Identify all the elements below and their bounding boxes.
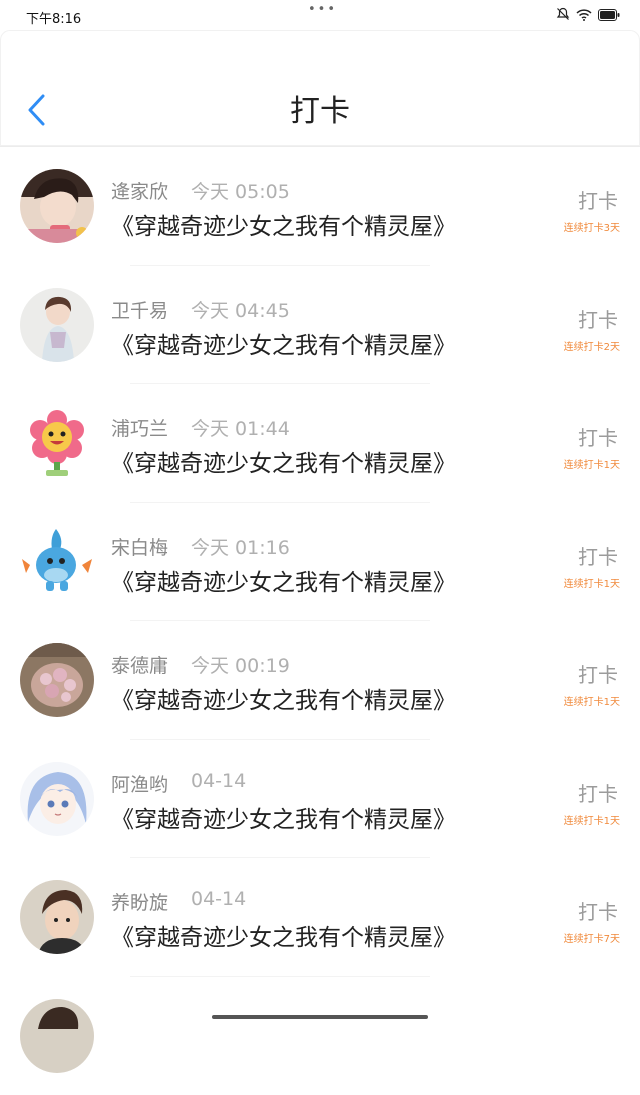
book-title: 《穿越奇迹少女之我有个精灵屋》	[111, 563, 456, 597]
list-item[interactable]: 卫千易 今天 04:45 《穿越奇迹少女之我有个精灵屋》 打卡 连续打卡2天	[0, 266, 640, 385]
user-name: 浦巧兰	[111, 414, 168, 441]
more-dots-icon: •••	[308, 2, 337, 17]
streak-badge: 连续打卡7天	[564, 930, 620, 945]
checkin-time: 今天 00:19	[191, 651, 290, 678]
status-bar: 下午8:16 •••	[0, 0, 640, 30]
checkin-label: 打卡	[578, 185, 618, 214]
checkin-time: 今天 01:16	[191, 533, 290, 560]
checkin-time: 04-14	[191, 888, 246, 910]
user-name: 宋白梅	[111, 533, 168, 560]
book-title: 《穿越奇迹少女之我有个精灵屋》	[111, 444, 456, 478]
battery-icon	[598, 6, 620, 25]
list-item[interactable]: 浦巧兰 今天 01:44 《穿越奇迹少女之我有个精灵屋》 打卡 连续打卡1天	[0, 384, 640, 503]
list-item[interactable]: 养盼旋 04-14 《穿越奇迹少女之我有个精灵屋》 打卡 连续打卡7天	[0, 858, 640, 977]
avatar[interactable]	[20, 880, 94, 954]
checkin-time: 今天 04:45	[191, 296, 290, 323]
streak-badge: 连续打卡2天	[564, 338, 620, 353]
list-item-partial[interactable]	[0, 977, 640, 1095]
book-title: 《穿越奇迹少女之我有个精灵屋》	[111, 918, 456, 952]
avatar[interactable]	[20, 643, 94, 717]
user-name: 阿渔哟	[111, 770, 168, 797]
user-name: 卫千易	[111, 296, 168, 323]
checkin-label: 打卡	[578, 304, 618, 333]
checkin-label: 打卡	[578, 896, 618, 925]
avatar[interactable]	[20, 525, 94, 599]
user-name: 逄家欣	[111, 177, 168, 204]
streak-badge: 连续打卡1天	[564, 575, 620, 590]
checkin-label: 打卡	[578, 778, 618, 807]
mute-icon	[556, 6, 570, 25]
user-name: 泰德庸	[111, 651, 168, 678]
book-title: 《穿越奇迹少女之我有个精灵屋》	[111, 207, 456, 241]
avatar[interactable]	[20, 762, 94, 836]
status-time: 下午8:16	[26, 8, 81, 27]
checkin-time: 今天 05:05	[191, 177, 290, 204]
book-title: 《穿越奇迹少女之我有个精灵屋》	[111, 681, 456, 715]
checkin-time: 04-14	[191, 770, 246, 792]
avatar[interactable]	[20, 999, 94, 1073]
avatar[interactable]	[20, 169, 94, 243]
header: 打卡	[0, 30, 640, 147]
streak-badge: 连续打卡1天	[564, 812, 620, 827]
list-item[interactable]: 宋白梅 今天 01:16 《穿越奇迹少女之我有个精灵屋》 打卡 连续打卡1天	[0, 503, 640, 622]
checkin-label: 打卡	[578, 541, 618, 570]
streak-badge: 连续打卡3天	[564, 219, 620, 234]
streak-badge: 连续打卡1天	[564, 693, 620, 708]
streak-badge: 连续打卡1天	[564, 456, 620, 471]
book-title: 《穿越奇迹少女之我有个精灵屋》	[111, 800, 456, 834]
user-name: 养盼旋	[111, 888, 168, 915]
book-title: 《穿越奇迹少女之我有个精灵屋》	[111, 326, 456, 360]
checkin-label: 打卡	[578, 422, 618, 451]
list-item[interactable]: 泰德庸 今天 00:19 《穿越奇迹少女之我有个精灵屋》 打卡 连续打卡1天	[0, 621, 640, 740]
checkin-label: 打卡	[578, 659, 618, 688]
list-item[interactable]: 阿渔哟 04-14 《穿越奇迹少女之我有个精灵屋》 打卡 连续打卡1天	[0, 740, 640, 859]
page-title: 打卡	[0, 92, 640, 132]
home-indicator[interactable]	[212, 1015, 428, 1019]
avatar[interactable]	[20, 406, 94, 480]
status-icons	[556, 7, 620, 23]
checkin-list: 逄家欣 今天 05:05 《穿越奇迹少女之我有个精灵屋》 打卡 连续打卡3天 卫…	[0, 147, 640, 1095]
avatar[interactable]	[20, 288, 94, 362]
wifi-icon	[576, 6, 592, 25]
checkin-time: 今天 01:44	[191, 414, 290, 441]
list-item[interactable]: 逄家欣 今天 05:05 《穿越奇迹少女之我有个精灵屋》 打卡 连续打卡3天	[0, 147, 640, 266]
